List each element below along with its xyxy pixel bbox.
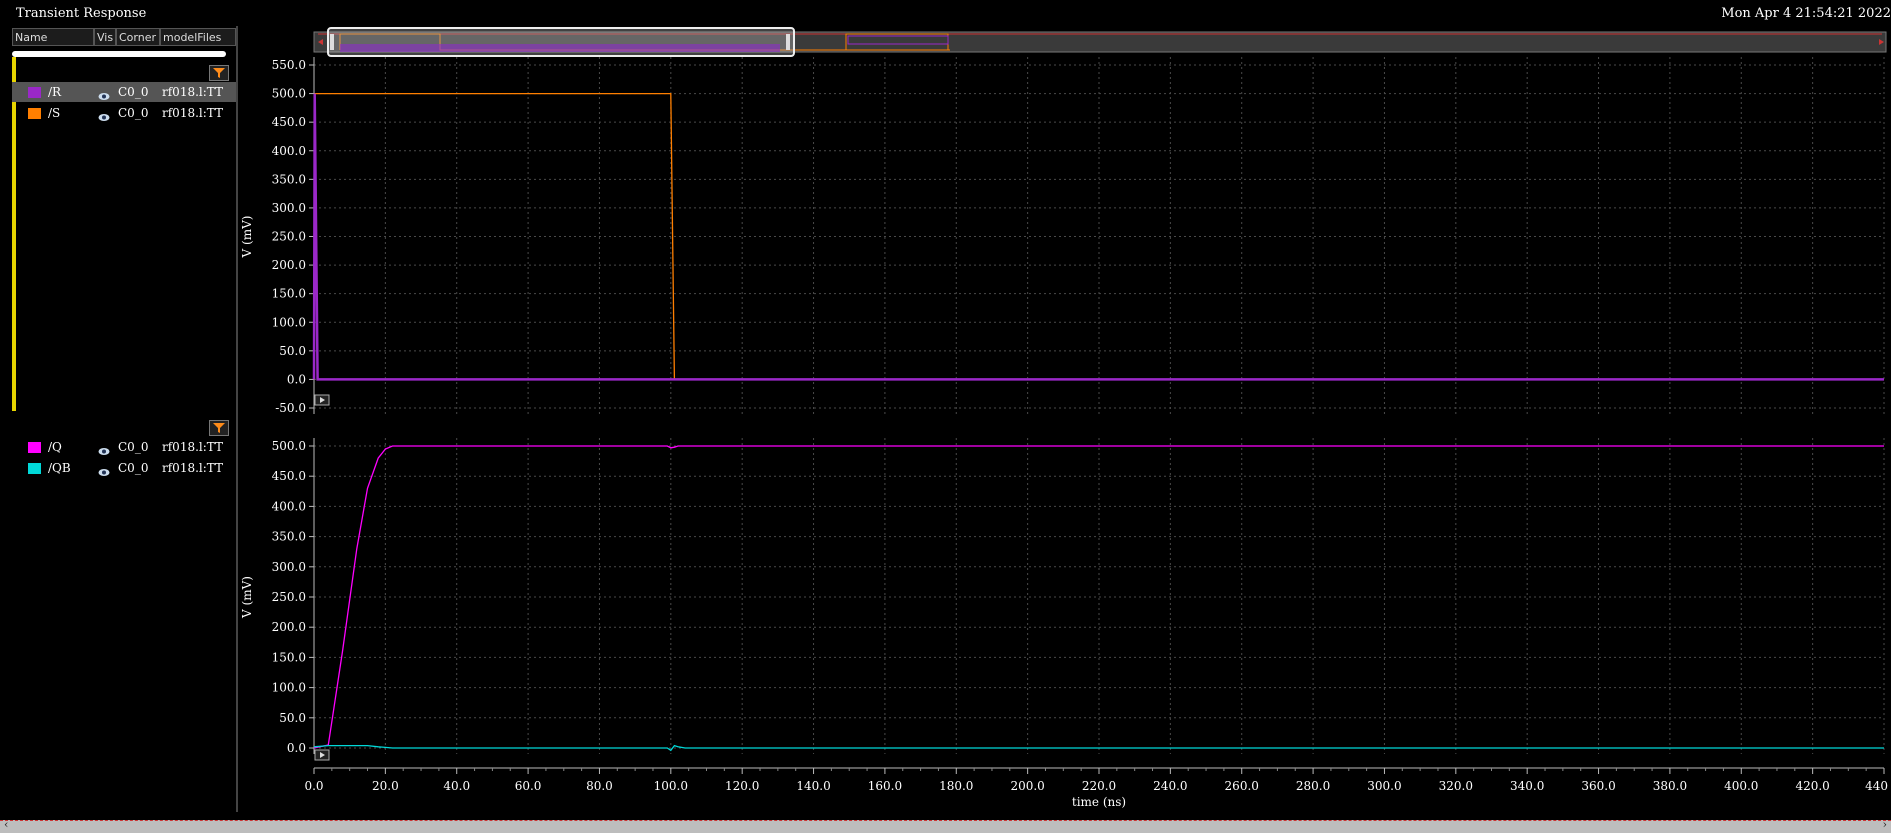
x-tick-label: 320.0 (1439, 779, 1473, 793)
x-tick-label: 280.0 (1296, 779, 1330, 793)
overview-zoom-bar[interactable] (313, 27, 1887, 57)
y-tick-label: 250.0 (272, 590, 306, 604)
x-tick-label: 20.0 (372, 779, 399, 793)
x-tick-label: 200.0 (1010, 779, 1044, 793)
x-tick-label: 40.0 (443, 779, 470, 793)
zoom-handle-left[interactable] (330, 34, 334, 50)
y-tick-label: 550.0 (272, 58, 306, 72)
x-tick-label: 60.0 (515, 779, 542, 793)
y-tick-label: 150.0 (272, 650, 306, 664)
y-tick-label: 50.0 (279, 711, 306, 725)
scroll-right-icon[interactable]: › (1883, 818, 1887, 831)
x-axis-label: time (ns) (1072, 795, 1126, 809)
y-tick-label: 500.0 (272, 439, 306, 453)
y-tick-label: 200.0 (272, 620, 306, 634)
y-axis-label: V (mV) (240, 216, 254, 259)
x-tick-label: 260.0 (1225, 779, 1259, 793)
x-tick-label: 380.0 (1653, 779, 1687, 793)
y-tick-label: 300.0 (272, 560, 306, 574)
x-tick-label: 140.0 (796, 779, 830, 793)
y-tick-label: 350.0 (272, 172, 306, 186)
strip-expand-icon[interactable] (314, 749, 330, 761)
y-tick-label: 350.0 (272, 530, 306, 544)
y-tick-label: 0.0 (287, 372, 306, 386)
y-tick-label: 400.0 (272, 144, 306, 158)
plot-strip-q-qb[interactable]: 500.0 450.0 400.0 350.0 300.0 250.0 200.0 150.0… (240, 438, 1885, 755)
x-tick-label: 360.0 (1581, 779, 1615, 793)
x-tick-label: 180.0 (939, 779, 973, 793)
horizontal-scrollbar[interactable]: ‹ › (0, 818, 1891, 833)
waveform-plot[interactable]: 550.0 500.0 450.0 400.0 350.0 300.0 250.0 200.0… (0, 0, 1891, 832)
scroll-left-icon[interactable]: ‹ (4, 818, 8, 831)
y-tick-label: 300.0 (272, 201, 306, 215)
x-tick-label: 440 (1865, 779, 1888, 793)
y-tick-label: 500.0 (272, 87, 306, 101)
x-tick-label: 220.0 (1082, 779, 1116, 793)
time-axis: 0.0 20.0 40.0 60.0 80.0 100.0 120.0 140.0 160.0 1… (304, 767, 1888, 809)
y-tick-label: 200.0 (272, 258, 306, 272)
x-tick-label: 0.0 (304, 779, 323, 793)
x-tick-label: 300.0 (1367, 779, 1401, 793)
y-tick-label: -50.0 (275, 401, 306, 415)
strip-expand-icon[interactable] (314, 394, 330, 406)
plot-strip-rs[interactable]: 550.0 500.0 450.0 400.0 350.0 300.0 250.0 200.0… (240, 57, 1885, 415)
x-tick-label: 240.0 (1153, 779, 1187, 793)
zoom-handle-right[interactable] (786, 34, 790, 50)
y-axis-label: V (mV) (240, 576, 254, 619)
y-tick-label: 250.0 (272, 230, 306, 244)
y-tick-label: 150.0 (272, 287, 306, 301)
y-tick-label: 400.0 (272, 499, 306, 513)
x-tick-label: 420.0 (1795, 779, 1829, 793)
y-tick-label: 450.0 (272, 469, 306, 483)
y-tick-label: 450.0 (272, 115, 306, 129)
y-tick-label: 50.0 (279, 344, 306, 358)
x-tick-label: 400.0 (1724, 779, 1758, 793)
x-tick-label: 120.0 (725, 779, 759, 793)
y-tick-label: 100.0 (272, 315, 306, 329)
y-tick-label: 100.0 (272, 681, 306, 695)
x-tick-label: 80.0 (586, 779, 613, 793)
x-tick-label: 160.0 (868, 779, 902, 793)
x-tick-label: 340.0 (1510, 779, 1544, 793)
x-tick-label: 100.0 (654, 779, 688, 793)
y-tick-label: 0.0 (287, 741, 306, 755)
